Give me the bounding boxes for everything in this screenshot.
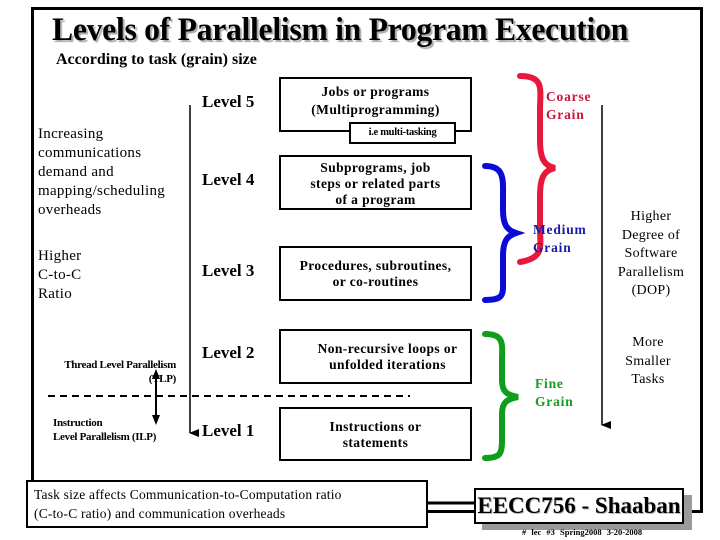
level-3-box: Procedures, subroutines, or co-routines bbox=[279, 246, 472, 301]
level-4-line-3: of a program bbox=[335, 192, 416, 207]
dop-note: Higher Degree of Software Parallelism (D… bbox=[617, 209, 685, 298]
multitasking-tag: i.e multi-tasking bbox=[349, 122, 456, 144]
level-5-line-2: (Multiprogramming) bbox=[311, 102, 440, 117]
slide-footer: # lec #3 Spring2008 3-20-2008 bbox=[522, 527, 643, 537]
level-1-line-1: Instructions or bbox=[329, 419, 422, 434]
course-badge: EECC756 - Shaaban bbox=[474, 488, 684, 524]
level-4-line-2: steps or related parts bbox=[310, 176, 441, 191]
level-3-label: Level 3 bbox=[202, 261, 255, 280]
tlp-label: Thread Level Parallelism (TLP) bbox=[64, 359, 176, 385]
fine-grain-brace bbox=[482, 331, 519, 461]
level-1-label: Level 1 bbox=[202, 421, 255, 440]
task-size-note: Task size affects Communication-to-Compu… bbox=[26, 480, 428, 528]
level-1-box: Instructions or statements bbox=[279, 407, 472, 461]
slide-subtitle: According to task (grain) size bbox=[56, 51, 257, 68]
overheads-note: Increasing communications demand and map… bbox=[38, 126, 166, 218]
medium-grain-label: Medium Grain bbox=[533, 222, 587, 255]
level-2-line-2: unfolded iterations bbox=[329, 357, 446, 372]
level-5-label: Level 5 bbox=[202, 92, 255, 111]
level-2-line-1: Non-recursive loops or bbox=[317, 341, 458, 356]
coarse-grain-label: Coarse Grain bbox=[546, 89, 592, 122]
level-2-label: Level 2 bbox=[202, 343, 255, 362]
slide-title: Levels of Parallelism in Program Executi… bbox=[52, 12, 628, 48]
level-1-line-2: statements bbox=[342, 435, 409, 450]
ilp-label: Instruction Level Parallelism (ILP) bbox=[53, 417, 157, 443]
level-4-label: Level 4 bbox=[202, 170, 255, 189]
smaller-tasks-note: More Smaller Tasks bbox=[625, 335, 671, 387]
level-4-box: Subprograms, job steps or related parts … bbox=[279, 155, 472, 210]
medium-grain-brace bbox=[482, 163, 526, 303]
level-5-line-1: Jobs or programs bbox=[321, 84, 430, 99]
c-to-c-ratio-note: Higher C-to-C Ratio bbox=[38, 248, 82, 302]
level-3-line-1: Procedures, subroutines, bbox=[299, 258, 452, 273]
level-2-box: Non-recursive loops or unfolded iteratio… bbox=[279, 329, 472, 384]
level-3-line-2: or co-routines bbox=[332, 274, 419, 289]
fine-grain-label: Fine Grain bbox=[535, 376, 574, 409]
level-4-line-1: Subprograms, job bbox=[320, 160, 431, 175]
